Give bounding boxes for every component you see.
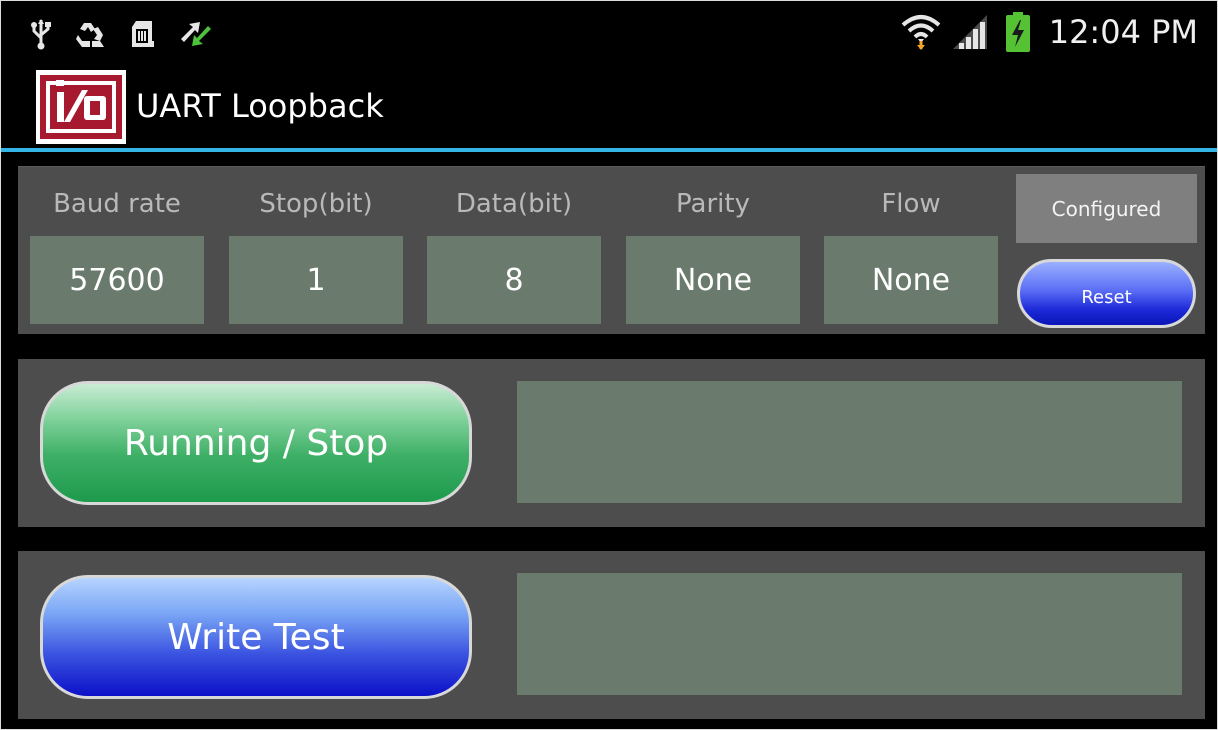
flow-label: Flow (881, 189, 941, 219)
write-output-box[interactable] (517, 573, 1182, 695)
running-stop-button[interactable]: Running / Stop (40, 381, 472, 505)
action-bar: UART Loopback (0, 64, 1218, 148)
sync-arrows-icon (181, 22, 211, 46)
usb-icon (31, 19, 51, 50)
recycle-icon (76, 23, 104, 47)
wifi-icon (901, 15, 941, 50)
write-panel: Write Test (18, 551, 1205, 719)
baud-rate-label: Baud rate (53, 189, 181, 219)
io-logo-icon[interactable] (36, 70, 126, 144)
status-bar: 12:04 PM (0, 0, 1218, 64)
stop-bit-label: Stop(bit) (259, 189, 373, 219)
configured-button[interactable]: Configured (1016, 174, 1197, 243)
data-bit-selector[interactable]: 8 (427, 236, 601, 324)
parity-label: Parity (676, 189, 750, 219)
status-system-icons: 12:04 PM (901, 8, 1198, 56)
write-test-button[interactable]: Write Test (40, 575, 472, 699)
read-output-box[interactable] (517, 381, 1182, 503)
action-bar-divider (0, 148, 1218, 152)
run-panel: Running / Stop (18, 359, 1205, 527)
app-title: UART Loopback (136, 87, 384, 125)
flow-selector[interactable]: None (824, 236, 998, 324)
status-notification-icons (30, 16, 214, 52)
config-panel: Baud rate Stop(bit) Data(bit) Parity Flo… (18, 166, 1205, 334)
signal-icon (952, 15, 987, 49)
data-bit-label: Data(bit) (455, 189, 573, 219)
battery-charging-icon (1005, 12, 1030, 52)
reset-button[interactable]: Reset (1017, 259, 1196, 328)
stop-bit-selector[interactable]: 1 (229, 236, 403, 324)
baud-rate-selector[interactable]: 57600 (30, 236, 204, 324)
status-clock: 12:04 PM (1048, 13, 1198, 51)
parity-selector[interactable]: None (626, 236, 800, 324)
sd-card-icon (132, 21, 154, 47)
